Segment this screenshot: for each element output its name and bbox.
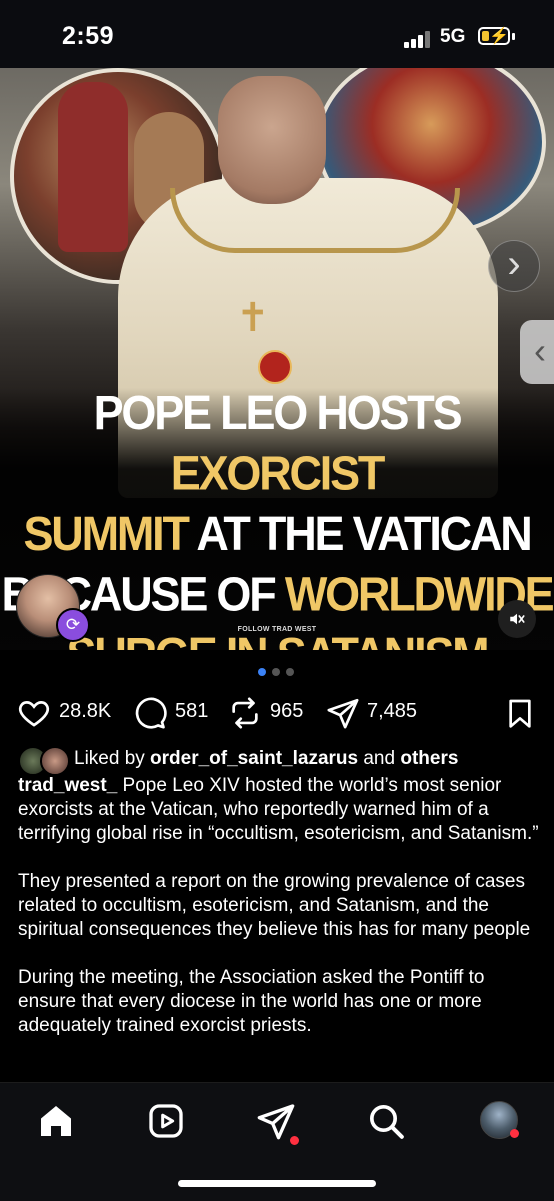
shares-count[interactable]: 7,485 [367, 700, 417, 723]
carousel-dot [286, 668, 294, 676]
share-icon[interactable] [326, 696, 360, 730]
caption-username[interactable]: trad_west_ [18, 775, 117, 796]
likers-others[interactable]: others [400, 748, 458, 769]
liked-by-text: Liked by order_of_saint_lazarus and othe… [74, 748, 459, 769]
trad-west-logo [258, 350, 292, 384]
pope-stole [170, 188, 460, 253]
bookmark-icon[interactable] [504, 696, 536, 730]
next-chevron-icon[interactable]: › [488, 240, 540, 292]
mute-icon[interactable] [498, 600, 536, 638]
pope-head [218, 76, 326, 204]
liker-username[interactable]: order_of_saint_lazarus [150, 748, 358, 769]
caption-para-3: During the meeting, the Association aske… [18, 967, 485, 1036]
post-image[interactable]: ✝ POPE LEO HOSTS EXORCIST SUMMIT AT THE … [0, 68, 554, 650]
post-caption: trad_west_ Pope Leo XIV hosted the world… [18, 774, 543, 1062]
image-headline: POPE LEO HOSTS EXORCIST SUMMIT AT THE VA… [1, 384, 554, 650]
direct-messages-icon[interactable] [256, 1101, 296, 1141]
messages-notification-dot [290, 1136, 299, 1145]
comment-icon[interactable] [133, 696, 167, 730]
home-icon[interactable] [36, 1101, 76, 1141]
repost-icon: ⟳ [56, 608, 90, 642]
carousel-indicator [258, 668, 298, 678]
network-type: 5G [440, 26, 466, 47]
comments-count[interactable]: 581 [175, 700, 208, 723]
carousel-dot [272, 668, 280, 676]
side-collapse-icon[interactable]: ‹ [520, 320, 554, 384]
liker-avatar [40, 746, 70, 776]
profile-notification-dot [510, 1129, 519, 1138]
battery-icon: ⚡ [478, 27, 510, 45]
post-actions: 28.8K 581 965 7,485 [0, 690, 554, 736]
reposts-count[interactable]: 965 [270, 700, 303, 723]
cellular-signal-icon [404, 30, 434, 48]
repost-action-icon[interactable] [228, 696, 262, 730]
heart-icon[interactable] [16, 696, 52, 730]
likes-count[interactable]: 28.8K [59, 700, 111, 723]
reels-icon[interactable] [146, 1101, 186, 1141]
status-time: 2:59 [62, 22, 115, 50]
pectoral-cross-icon: ✝ [236, 296, 270, 340]
carousel-dot-active [258, 668, 266, 676]
battery-cap [512, 33, 515, 40]
home-indicator [178, 1180, 376, 1187]
caption-para-2: They presented a report on the growing p… [18, 871, 531, 940]
search-icon[interactable] [366, 1101, 406, 1141]
